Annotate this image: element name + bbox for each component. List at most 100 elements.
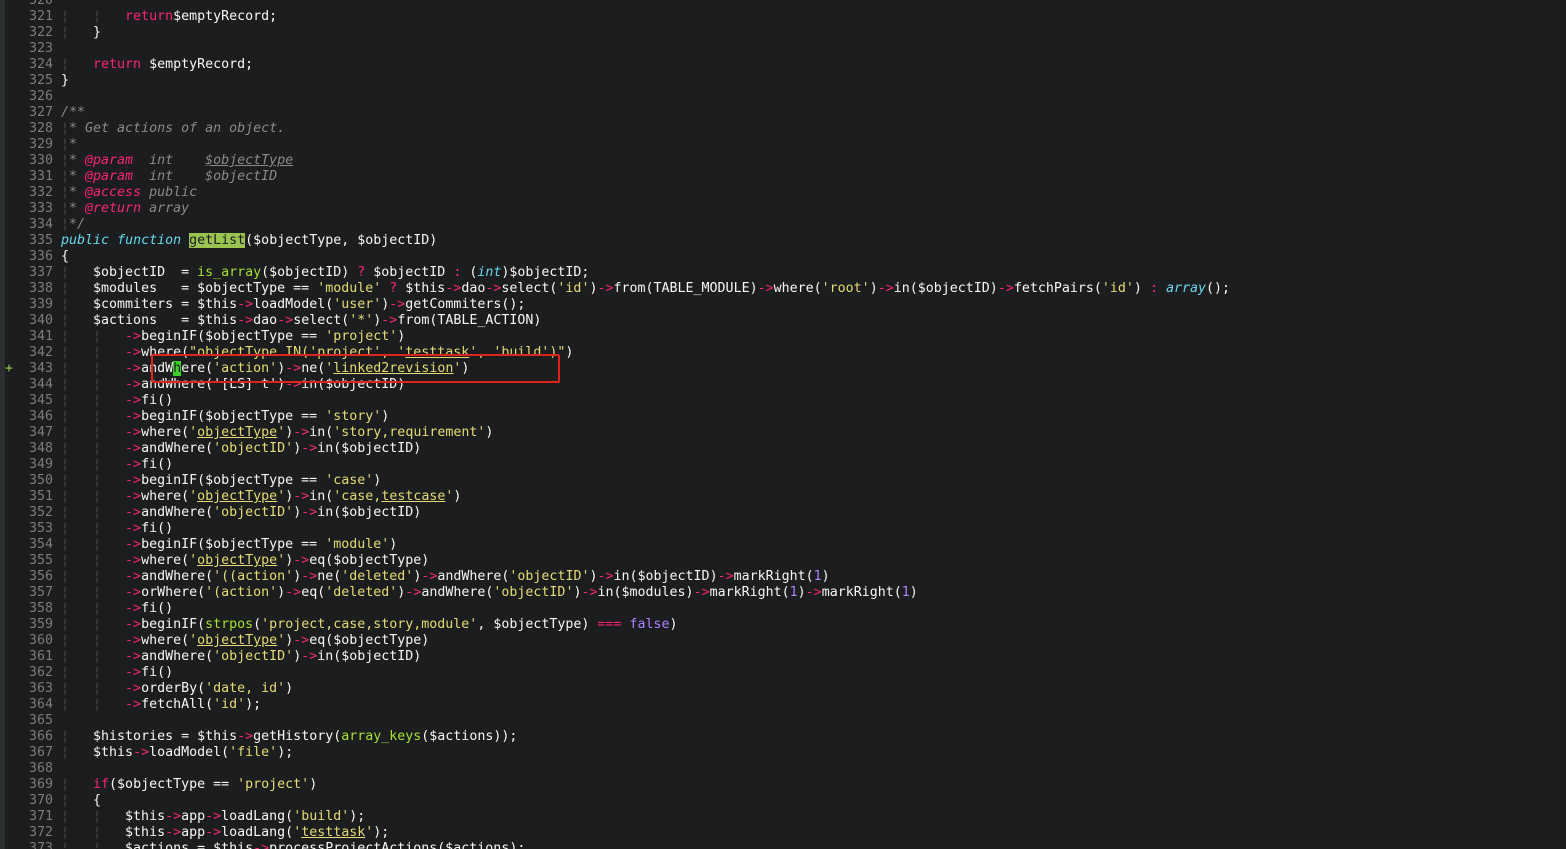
code-line[interactable]: 337 ¦ $objectID = is_array($objectID) ? $… — [0, 265, 1566, 281]
code-line[interactable]: 370 ¦ { — [0, 793, 1566, 809]
code-text[interactable]: ¦ ¦ ->andWhere('objectID')->in($objectID… — [61, 505, 421, 521]
code-line[interactable]: 368 — [0, 761, 1566, 777]
code-text[interactable]: ¦ $objectID = is_array($objectID) ? $obj… — [61, 265, 589, 281]
code-text[interactable]: ¦ ¦ ->fi() — [61, 457, 173, 473]
code-text[interactable]: ¦ ¦ ->where('objectType')->eq($objectTyp… — [61, 553, 429, 569]
code-line[interactable]: 350 ¦ ¦ ->beginIF($objectType == 'case') — [0, 473, 1566, 489]
code-line[interactable]: 324 ¦ return $emptyRecord; — [0, 57, 1566, 73]
code-text[interactable]: ¦* @return array — [61, 201, 189, 217]
code-text[interactable]: ¦ $commiters = $this->loadModel('user')-… — [61, 297, 525, 313]
code-line[interactable]: 369 ¦ if($objectType == 'project') — [0, 777, 1566, 793]
code-text[interactable]: ¦ if($objectType == 'project') — [61, 777, 317, 793]
code-text[interactable]: ¦ ¦ return$emptyRecord; — [61, 9, 277, 25]
code-text[interactable]: ¦ ¦ ->beginIF($objectType == 'story') — [61, 409, 389, 425]
code-text[interactable]: ¦*/ — [61, 217, 85, 233]
code-text[interactable]: ¦ ¦ ->fi() — [61, 601, 173, 617]
code-line[interactable]: 334 ¦*/ — [0, 217, 1566, 233]
code-line[interactable]: 333 ¦* @return array — [0, 201, 1566, 217]
indent-guide: ¦ ¦ — [61, 569, 126, 584]
code-text[interactable]: ¦ ¦ ->andWhere('((action')->ne('deleted'… — [61, 569, 830, 585]
code-line[interactable]: 335 public function getList($objectType, … — [0, 233, 1566, 249]
code-line[interactable]: 362 ¦ ¦ ->fi() — [0, 665, 1566, 681]
code-text[interactable]: ¦ } — [61, 25, 101, 41]
code-line[interactable]: 329 ¦* — [0, 137, 1566, 153]
code-text[interactable]: ¦ $actions = $this->dao->select('*')->fr… — [61, 313, 541, 329]
code-text[interactable]: ¦ ¦ ->beginIF($objectType == 'project') — [61, 329, 405, 345]
code-text[interactable]: ¦ ¦ ->andWhere('objectID')->in($objectID… — [61, 649, 421, 665]
code-line[interactable]: 359 ¦ ¦ ->beginIF(strpos('project,case,st… — [0, 617, 1566, 633]
code-text[interactable]: ¦ $this->loadModel('file'); — [61, 745, 293, 761]
code-line[interactable]: 325} — [0, 73, 1566, 89]
code-editor[interactable]: 320 321 ¦ ¦ return$emptyRecord; 322 ¦ } 323 32… — [0, 0, 1566, 849]
code-text[interactable]: ¦ { — [61, 793, 101, 809]
code-line[interactable]: 330 ¦* @param int $objectType — [0, 153, 1566, 169]
code-line[interactable]: 365 — [0, 713, 1566, 729]
code-line[interactable]: 321 ¦ ¦ return$emptyRecord; — [0, 9, 1566, 25]
code-line[interactable]: 355 ¦ ¦ ->where('objectType')->eq($object… — [0, 553, 1566, 569]
code-line[interactable]: 366 ¦ $histories = $this->getHistory(arra… — [0, 729, 1566, 745]
code-text[interactable]: ¦ ¦ ->fi() — [61, 521, 173, 537]
code-text[interactable]: ¦ ¦ $this->app->loadLang('testtask'); — [61, 825, 389, 841]
code-text[interactable]: { — [61, 249, 69, 265]
code-text[interactable]: ¦ ¦ ->beginIF($objectType == 'module') — [61, 537, 397, 553]
code-text[interactable]: ¦ ¦ $this->app->loadLang('build'); — [61, 809, 365, 825]
code-line[interactable]: 336 { — [0, 249, 1566, 265]
code-line[interactable]: 332 ¦* @access public — [0, 185, 1566, 201]
code-line[interactable]: 320 — [0, 0, 1566, 9]
code-text[interactable]: ¦ ¦ ->orderBy('date, id') — [61, 681, 293, 697]
code-line[interactable]: 372 ¦ ¦ $this->app->loadLang('testtask'); — [0, 825, 1566, 841]
code-text[interactable]: ¦ ¦ ->beginIF($objectType == 'case') — [61, 473, 381, 489]
code-line[interactable]: 351 ¦ ¦ ->where('objectType')->in('case,t… — [0, 489, 1566, 505]
code-text[interactable]: } — [61, 73, 69, 89]
code-line[interactable]: 353 ¦ ¦ ->fi() — [0, 521, 1566, 537]
code-text[interactable]: ¦* @param int $objectID — [61, 169, 277, 185]
code-text[interactable]: public function getList($objectType, $ob… — [61, 233, 437, 249]
code-text[interactable]: ¦ ¦ ->where('objectType')->in('story,req… — [61, 425, 493, 441]
code-text[interactable]: ¦* Get actions of an object. — [61, 121, 285, 137]
code-line[interactable]: 340 ¦ $actions = $this->dao->select('*')-… — [0, 313, 1566, 329]
code-text[interactable]: ¦* @access public — [61, 185, 197, 201]
code-line[interactable]: 352 ¦ ¦ ->andWhere('objectID')->in($objec… — [0, 505, 1566, 521]
code-line[interactable]: 373 ¦ ¦ $actions = $this->processProjectA… — [0, 841, 1566, 849]
code-text[interactable]: ¦ ¦ ->fetchAll('id'); — [61, 697, 261, 713]
code-line[interactable]: 354 ¦ ¦ ->beginIF($objectType == 'module'… — [0, 537, 1566, 553]
code-text[interactable]: ¦ ¦ ->beginIF(strpos('project,case,story… — [61, 617, 678, 633]
code-line[interactable]: 339 ¦ $commiters = $this->loadModel('user… — [0, 297, 1566, 313]
code-line[interactable]: 360 ¦ ¦ ->where('objectType')->eq($object… — [0, 633, 1566, 649]
code-text[interactable]: ¦ ¦ ->orWhere('(action')->eq('deleted')-… — [61, 585, 918, 601]
code-text[interactable]: ¦ $histories = $this->getHistory(array_k… — [61, 729, 517, 745]
code-text[interactable]: ¦ ¦ ->where('objectType')->eq($objectTyp… — [61, 633, 429, 649]
code-line[interactable]: 328 ¦* Get actions of an object. — [0, 121, 1566, 137]
code-line[interactable]: 346 ¦ ¦ ->beginIF($objectType == 'story') — [0, 409, 1566, 425]
code-line[interactable]: 367 ¦ $this->loadModel('file'); — [0, 745, 1566, 761]
code-text[interactable]: ¦ $modules = $objectType == 'module' ? $… — [61, 281, 1230, 297]
code-line[interactable]: 345 ¦ ¦ ->fi() — [0, 393, 1566, 409]
code-line[interactable]: 323 — [0, 41, 1566, 57]
code-line[interactable]: 364 ¦ ¦ ->fetchAll('id'); — [0, 697, 1566, 713]
code-text[interactable]: ¦* — [61, 137, 77, 153]
code-line[interactable]: 361 ¦ ¦ ->andWhere('objectID')->in($objec… — [0, 649, 1566, 665]
code-line[interactable]: 331 ¦* @param int $objectID — [0, 169, 1566, 185]
code-text[interactable]: ¦ ¦ $actions = $this->processProjectActi… — [61, 841, 525, 849]
code-line[interactable]: 358 ¦ ¦ ->fi() — [0, 601, 1566, 617]
code-line[interactable]: 357 ¦ ¦ ->orWhere('(action')->eq('deleted… — [0, 585, 1566, 601]
code-line[interactable]: 348 ¦ ¦ ->andWhere('objectID')->in($objec… — [0, 441, 1566, 457]
code-line[interactable]: 341 ¦ ¦ ->beginIF($objectType == 'project… — [0, 329, 1566, 345]
code-text[interactable]: ¦* @param int $objectType — [61, 153, 293, 169]
code-line[interactable]: 349 ¦ ¦ ->fi() — [0, 457, 1566, 473]
code-line[interactable]: 347 ¦ ¦ ->where('objectType')->in('story,… — [0, 425, 1566, 441]
code-line[interactable]: 327 /** — [0, 105, 1566, 121]
code-line[interactable]: 371 ¦ ¦ $this->app->loadLang('build'); — [0, 809, 1566, 825]
code-line[interactable]: 338 ¦ $modules = $objectType == 'module' … — [0, 281, 1566, 297]
code-text[interactable]: ¦ ¦ ->andWhere('objectID')->in($objectID… — [61, 441, 421, 457]
code-lines[interactable]: 320 321 ¦ ¦ return$emptyRecord; 322 ¦ } 323 32… — [0, 0, 1566, 849]
code-text[interactable]: ¦ ¦ ->fi() — [61, 393, 173, 409]
code-text[interactable]: /** — [61, 105, 85, 121]
code-text[interactable]: ¦ ¦ ->where('objectType')->in('case,test… — [61, 489, 461, 505]
code-text[interactable]: ¦ return $emptyRecord; — [61, 57, 253, 73]
code-line[interactable]: 326 — [0, 89, 1566, 105]
code-line[interactable]: 356 ¦ ¦ ->andWhere('((action')->ne('delet… — [0, 569, 1566, 585]
code-text[interactable]: ¦ ¦ ->fi() — [61, 665, 173, 681]
code-line[interactable]: 322 ¦ } — [0, 25, 1566, 41]
code-line[interactable]: 363 ¦ ¦ ->orderBy('date, id') — [0, 681, 1566, 697]
